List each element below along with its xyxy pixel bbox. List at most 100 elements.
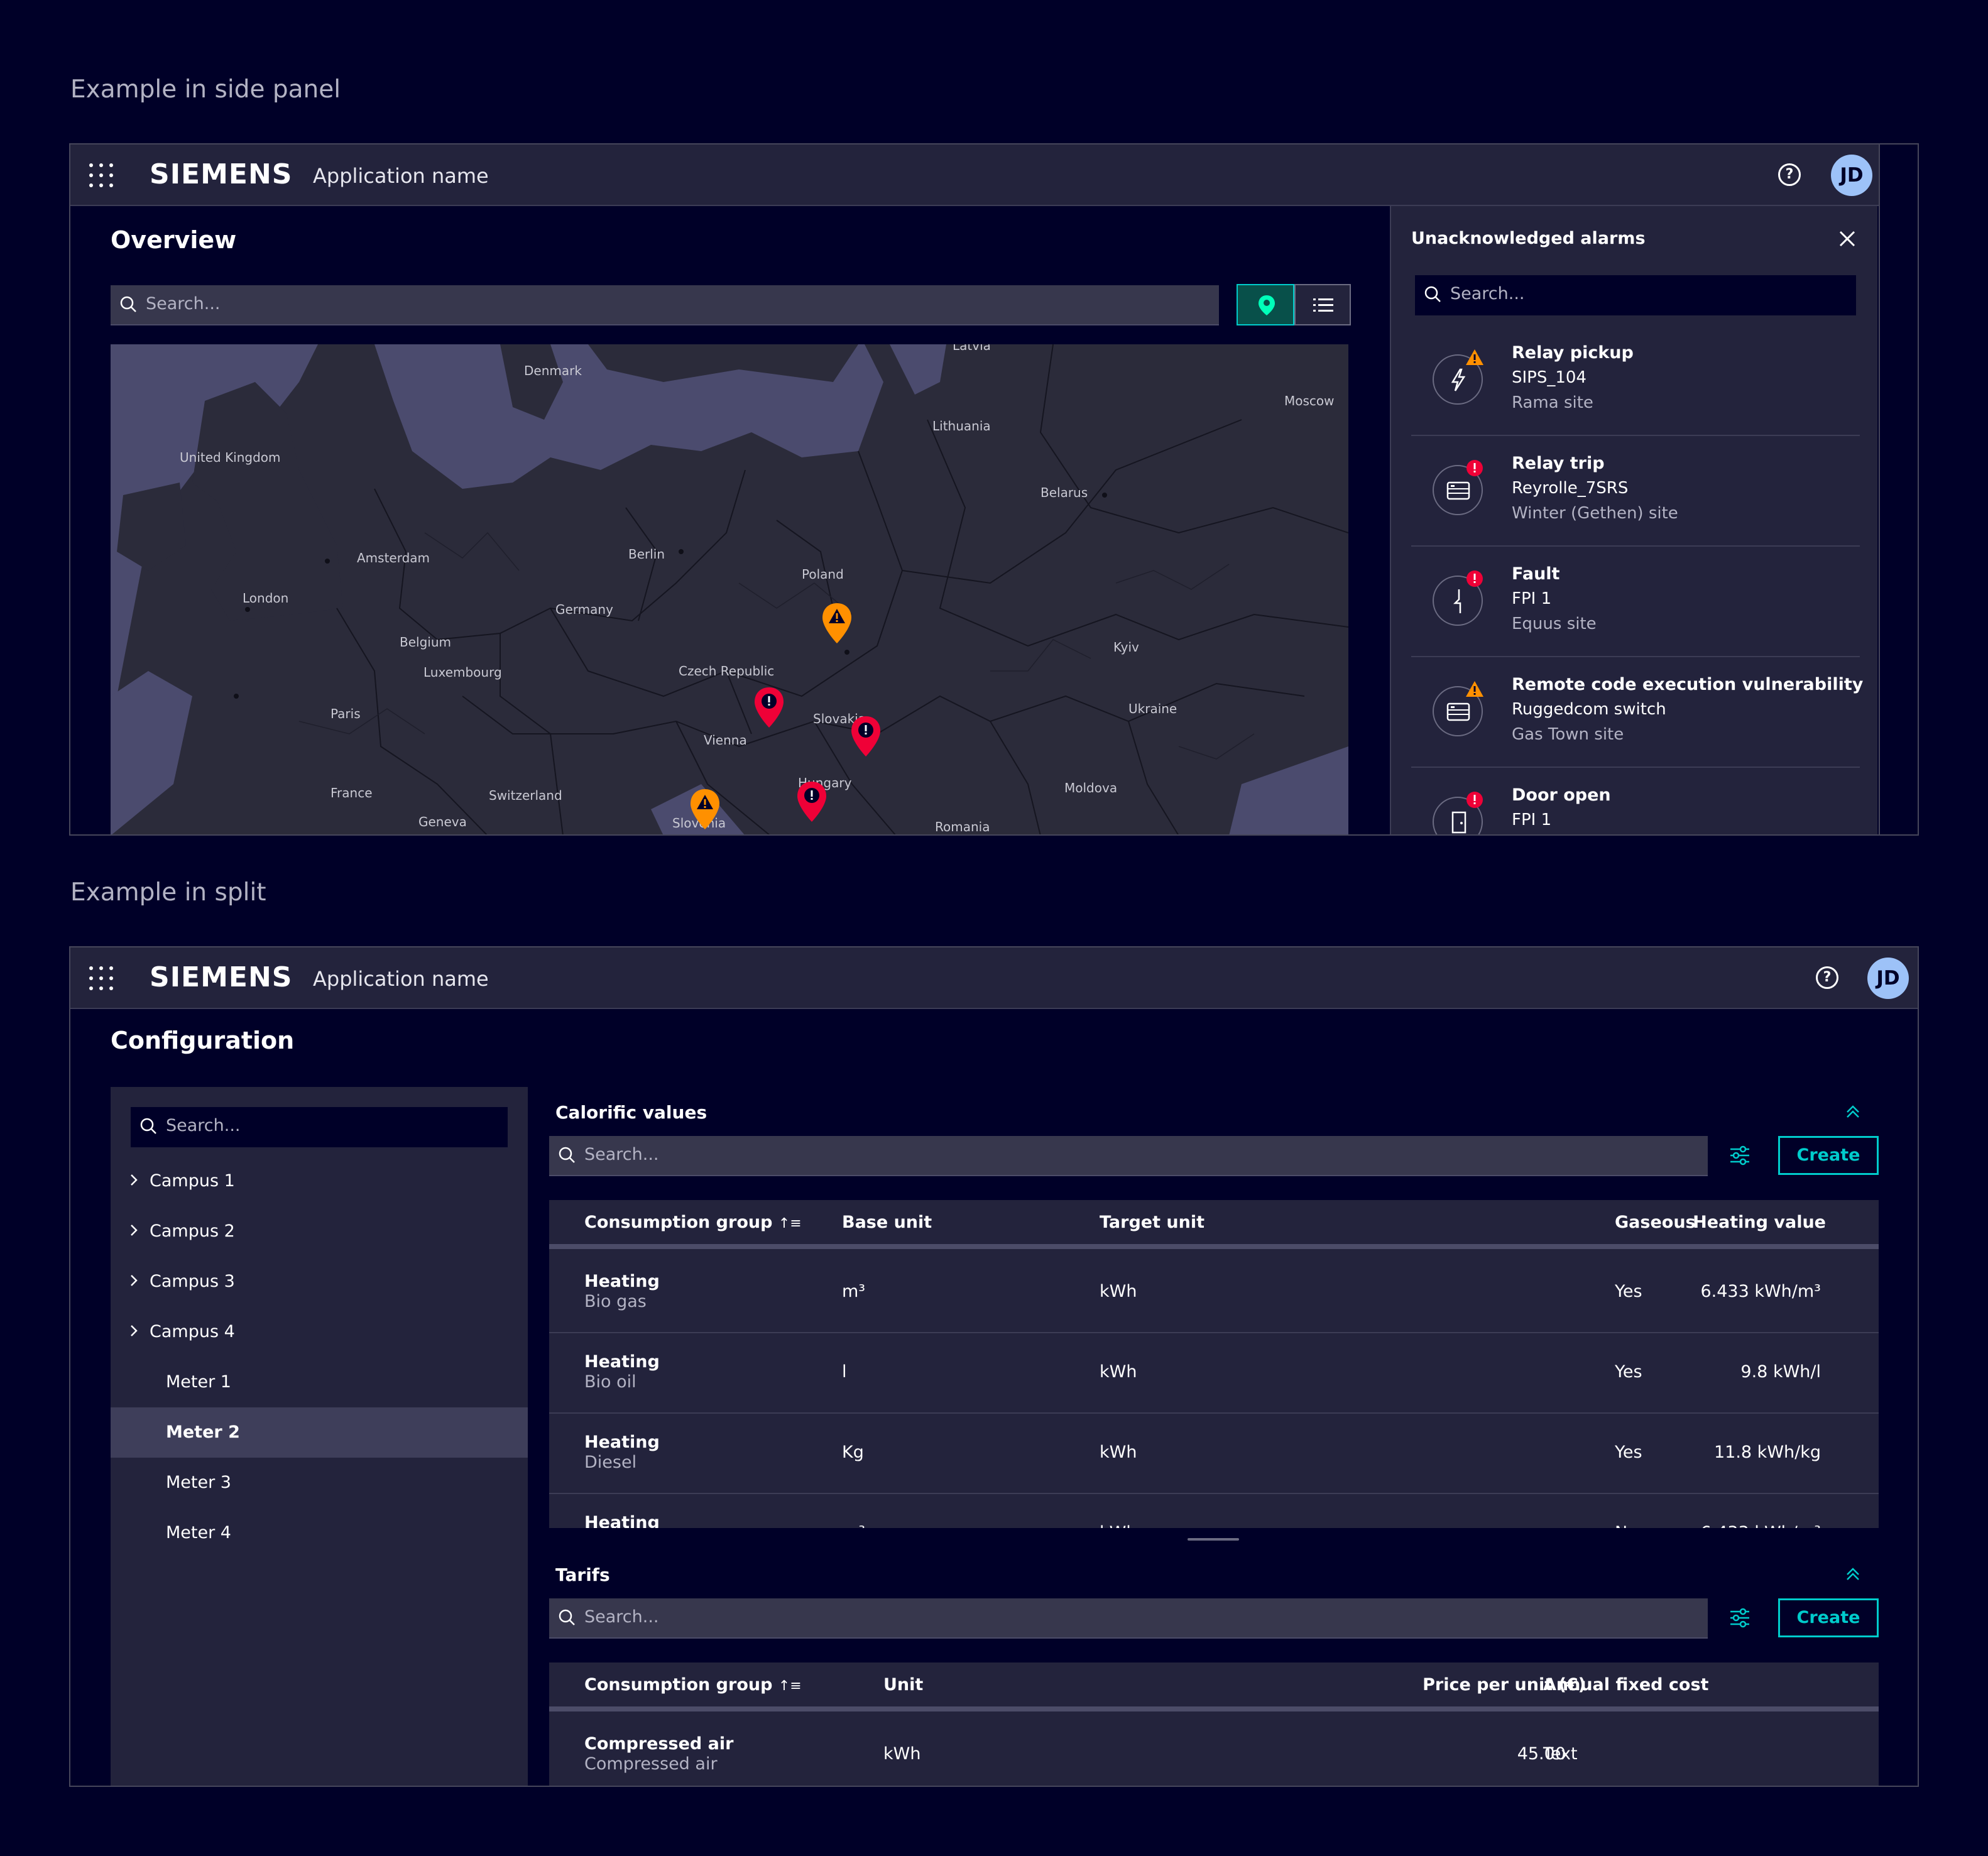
map-label: Moldova [1064,780,1118,795]
search-placeholder: Search... [166,1116,241,1135]
map-pin-icon [1259,295,1275,315]
column-header-annual-fixed-cost[interactable]: Annual fixed cost [1543,1675,1708,1695]
search-input[interactable]: Search... [111,285,1219,325]
list-view-toggle[interactable] [1294,284,1351,325]
collapse-up-icon[interactable] [1845,1103,1861,1120]
tree-search-input[interactable]: Search... [131,1107,508,1147]
alarm-marker-icon[interactable] [849,715,882,759]
section-title-side-panel: Example in side panel [70,75,341,104]
table-row[interactable]: Heating Bio oil l kWh 9.8 kWh/l Yes [549,1333,1879,1414]
tree-item-campus-4[interactable]: Campus 4 [111,1307,528,1357]
tree-item-label: Meter 3 [166,1473,231,1492]
tarifs-table: Consumption group ↑≡ Unit Price per unit… [549,1662,1879,1786]
tree-item-label: Campus 2 [150,1221,235,1241]
map-label: Czech Republic [679,663,775,679]
tree-item-campus-1[interactable]: Campus 1 [111,1156,528,1206]
help-icon[interactable]: ? [1816,966,1838,989]
map-label: Vienna [704,733,747,748]
alarm-marker-icon[interactable] [753,686,785,730]
warning-badge-icon [1466,349,1483,365]
app-bar: SIEMENS Application name ? JD [70,947,1918,1009]
search-placeholder: Search... [1450,284,1525,303]
chevron-right-icon[interactable] [127,1274,141,1287]
create-button[interactable]: Create [1778,1136,1879,1175]
tarifs-panel-title: Tarifs [555,1564,610,1585]
tree-item-meter-3[interactable]: Meter 3 [111,1458,528,1508]
alarm-item[interactable]: Relay trip Reyrolle_7SRS Winter (Gethen)… [1411,436,1860,547]
page-title: Configuration [111,1027,295,1054]
tree-item-meter-2[interactable]: Meter 2 [111,1407,528,1458]
alarm-site: Rama site [1512,393,1593,412]
column-header-price-per-unit[interactable]: Price per unit (€) [1240,1675,1586,1695]
cell-base-unit: Kg [842,1443,864,1462]
map-label: Romania [935,819,990,834]
map-label: Kyiv [1113,640,1139,655]
app-launcher-icon[interactable] [89,966,114,991]
map-label: Berlin [628,547,665,562]
tree-item-label: Campus 1 [150,1171,235,1191]
map-label: Poland [802,567,844,582]
table-row[interactable]: Heating Diesel Kg kWh 11.8 kWh/kg Yes [549,1414,1879,1494]
column-header-unit[interactable]: Unit [883,1675,923,1695]
alarms-search-input[interactable]: Search... [1415,275,1856,315]
alarm-item[interactable]: Relay pickup SIPS_104 Rama site [1411,325,1860,436]
map-label: Denmark [524,363,582,378]
alarm-item[interactable]: Fault FPI 1 Equus site [1411,547,1860,657]
tree-item-meter-4[interactable]: Meter 4 [111,1508,528,1558]
table-row[interactable]: Heating Bio gas m³ kWh 6.433 kWh/m³ Yes [549,1253,1879,1333]
chevron-right-icon[interactable] [127,1324,141,1338]
table-row[interactable]: Compressed air Compressed air kWh 45.00 … [549,1715,1879,1786]
column-header-target-unit[interactable]: Target unit [1100,1213,1204,1232]
section-title-split: Example in split [70,878,266,907]
split-resize-handle[interactable] [1188,1538,1239,1541]
avatar[interactable]: JD [1831,155,1872,196]
tree-item-campus-2[interactable]: Campus 2 [111,1206,528,1257]
filter-settings-icon[interactable] [1729,1607,1750,1629]
avatar[interactable]: JD [1867,958,1909,999]
cell-group: Heating [584,1513,660,1528]
map-label: United Kingdom [180,450,281,465]
cell-unit: kWh [883,1744,921,1764]
tree-item-label: Campus 3 [150,1272,235,1291]
search-icon [1424,286,1441,302]
table-header: Consumption group ↑≡ Unit Price per unit… [549,1662,1879,1711]
warning-marker-icon[interactable] [821,602,853,646]
cell-gaseous: Yes [1615,1362,1642,1382]
help-icon[interactable]: ? [1778,163,1801,186]
warning-marker-icon[interactable] [689,788,721,832]
collapse-up-icon[interactable] [1845,1566,1861,1582]
alarm-device: Reyrolle_7SRS [1512,479,1629,498]
column-header-consumption-group[interactable]: Consumption group ↑≡ [584,1675,802,1695]
sort-icon[interactable]: ↑≡ [778,1216,802,1231]
calorific-search-input[interactable]: Search... [549,1136,1708,1176]
map-canvas [111,344,1348,834]
column-header-consumption-group[interactable]: Consumption group ↑≡ [584,1213,802,1232]
alarm-badge-icon [1466,570,1483,587]
alarm-title: Fault [1512,564,1560,584]
frame-gutter [1879,145,1918,834]
map-view-toggle[interactable] [1237,284,1294,325]
tree-item-meter-1[interactable]: Meter 1 [111,1357,528,1407]
create-button[interactable]: Create [1778,1598,1879,1637]
column-header-base-unit[interactable]: Base unit [842,1213,932,1232]
close-icon[interactable] [1838,230,1856,248]
tree-item-campus-3[interactable]: Campus 3 [111,1257,528,1307]
chevron-right-icon[interactable] [127,1223,141,1237]
alarm-item[interactable]: Remote code execution vulnerability Rugg… [1411,657,1863,768]
alarm-badge-icon [1466,460,1483,476]
map-label: Amsterdam [357,550,430,565]
chevron-right-icon[interactable] [127,1173,141,1187]
filter-settings-icon[interactable] [1729,1145,1750,1166]
column-header-gaseous[interactable]: Gaseous [1615,1213,1696,1232]
sort-icon[interactable]: ↑≡ [778,1678,802,1694]
table-row[interactable]: Heating m³ kWh 6.433 kWh/m³ No [549,1494,1879,1528]
map[interactable]: Denmark United Kingdom Lithuania Moscow … [111,344,1348,834]
app-launcher-icon[interactable] [89,163,114,188]
brand-logo[interactable]: SIEMENS [150,961,292,993]
alarm-item[interactable]: Door open FPI 1 [1411,768,1860,834]
alarm-marker-icon[interactable] [795,780,828,824]
alarm-device: FPI 1 [1512,589,1552,608]
tarifs-search-input[interactable]: Search... [549,1598,1708,1639]
cell-base-unit: m³ [842,1523,865,1528]
brand-logo[interactable]: SIEMENS [150,158,292,190]
